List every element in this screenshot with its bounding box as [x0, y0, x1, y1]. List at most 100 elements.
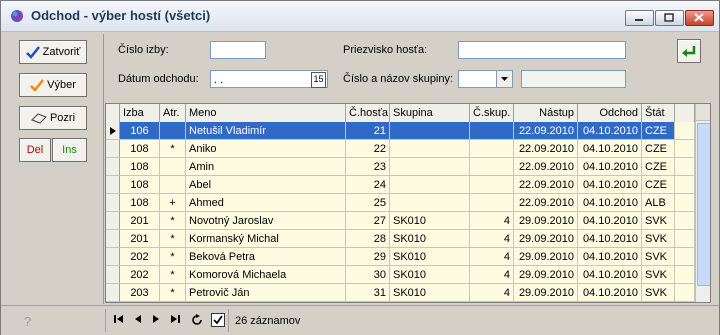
column-header-izba[interactable]: Izba [120, 104, 160, 122]
header-indicator [106, 104, 120, 122]
column-header-atr[interactable]: Atr. [160, 104, 186, 122]
cell-cislo-skupiny: 4 [470, 284, 514, 302]
next-record-icon[interactable] [151, 314, 161, 324]
cell-cislo-skupiny: 4 [470, 212, 514, 230]
close-icon [694, 13, 704, 22]
cell-atr [160, 122, 186, 140]
previous-record-icon[interactable] [133, 314, 143, 324]
cell-meno: Ahmed [186, 194, 346, 212]
cell-cislo-skupiny [470, 140, 514, 158]
filter-checkbox[interactable] [211, 313, 225, 327]
surname-input[interactable] [458, 41, 626, 59]
cell-meno: Abel [186, 176, 346, 194]
cell-cislo-hosta: 28 [346, 230, 390, 248]
cell-izba: 106 [120, 122, 160, 140]
cell-cislo-skupiny: 4 [470, 248, 514, 266]
column-header-cislo-hosta[interactable]: Č.hosťa [346, 104, 390, 122]
main-window: Odchod - výber hostí (všetci) Zatvoriť V… [0, 0, 720, 335]
insert-button[interactable]: Ins [52, 138, 87, 162]
cell-meno: Amin [186, 158, 346, 176]
vertical-scrollbar[interactable] [695, 104, 710, 302]
cell-cislo-skupiny [470, 194, 514, 212]
cell-cislo-hosta: 31 [346, 284, 390, 302]
group-label: Číslo a názov skupiny: [343, 73, 454, 85]
column-header-skupina[interactable]: Skupina [390, 104, 470, 122]
cell-extra [675, 212, 695, 230]
refresh-icon[interactable] [191, 314, 203, 326]
first-record-icon[interactable] [113, 314, 125, 324]
cell-izba: 203 [120, 284, 160, 302]
cell-cislo-skupiny: 4 [470, 230, 514, 248]
table-row[interactable]: 108 * Aniko 22 22.09.2010 04.10.2010 CZE [106, 140, 696, 158]
table-row[interactable]: 108 + Ahmed 25 22.09.2010 04.10.2010 ALB [106, 194, 696, 212]
delete-button[interactable]: Del [19, 138, 51, 162]
cell-cislo-hosta: 22 [346, 140, 390, 158]
cell-meno: Netušil Vladimír [186, 122, 346, 140]
table-row[interactable]: 108 Abel 24 22.09.2010 04.10.2010 CZE [106, 176, 696, 194]
cell-meno: Petrovič Ján [186, 284, 346, 302]
cell-skupina: SK010 [390, 266, 470, 284]
cell-odchod: 04.10.2010 [578, 266, 642, 284]
cell-meno: Kormanský Michal [186, 230, 346, 248]
cell-extra [675, 158, 695, 176]
cell-meno: Beková Petra [186, 248, 346, 266]
table-row[interactable]: 202 * Beková Petra 29 SK010 4 29.09.2010 04.10.… [106, 248, 696, 266]
cell-nastup: 29.09.2010 [514, 248, 578, 266]
cell-stat: SVK [642, 212, 675, 230]
cell-skupina: SK010 [390, 230, 470, 248]
app-icon [11, 10, 23, 22]
cell-nastup: 29.09.2010 [514, 212, 578, 230]
last-record-icon[interactable] [169, 314, 181, 324]
help-icon[interactable]: ? [23, 314, 35, 328]
maximize-icon [664, 13, 674, 22]
table-row[interactable]: 201 * Kormanský Michal 28 SK010 4 29.09.2010 04… [106, 230, 696, 248]
cell-extra [675, 248, 695, 266]
cell-meno: Novotný Jaroslav [186, 212, 346, 230]
insert-button-label: Ins [62, 144, 77, 156]
group-name-input [521, 70, 626, 88]
column-header-cislo-skupiny[interactable]: Č.skup. [470, 104, 514, 122]
table-row[interactable]: 203 * Petrovič Ján 31 SK010 4 29.09.2010 04.10.… [106, 284, 696, 302]
cell-cislo-skupiny: 4 [470, 266, 514, 284]
cell-meno: Komorová Michaela [186, 266, 346, 284]
table-row[interactable]: 108 Amin 23 22.09.2010 04.10.2010 CZE [106, 158, 696, 176]
cell-skupina: SK010 [390, 284, 470, 302]
row-indicator [106, 194, 120, 212]
select-button[interactable]: Výber [19, 73, 87, 97]
room-input[interactable] [210, 41, 266, 59]
column-header-meno[interactable]: Meno [186, 104, 346, 122]
cell-odchod: 04.10.2010 [578, 284, 642, 302]
row-indicator [106, 266, 120, 284]
maximize-button[interactable] [655, 10, 684, 26]
cell-extra [675, 122, 695, 140]
cell-odchod: 04.10.2010 [578, 122, 642, 140]
group-number-select[interactable] [458, 70, 513, 88]
column-header-odchod[interactable]: Odchod [578, 104, 642, 122]
minimize-button[interactable] [625, 10, 654, 26]
cell-izba: 201 [120, 212, 160, 230]
departure-date-input[interactable]: . . 15 [210, 70, 328, 88]
table-row[interactable]: 202 * Komorová Michaela 30 SK010 4 29.09.2010 0… [106, 266, 696, 284]
scroll-thumb[interactable] [697, 123, 710, 286]
calendar-icon[interactable]: 15 [311, 72, 326, 88]
column-header-stat[interactable]: Štát [642, 104, 675, 122]
column-header-nastup[interactable]: Nástup [514, 104, 578, 122]
close-window-button[interactable] [685, 10, 714, 26]
select-button-label: Výber [47, 79, 76, 91]
cell-odchod: 04.10.2010 [578, 140, 642, 158]
table-row[interactable]: 201 * Novotný Jaroslav 27 SK010 4 29.09.2010 04… [106, 212, 696, 230]
view-button[interactable]: Pozri [19, 106, 87, 130]
action-panel: Zatvoriť Výber Pozri Del Ins [4, 34, 104, 304]
close-button[interactable]: Zatvoriť [19, 40, 87, 64]
scroll-up-button[interactable] [696, 104, 710, 121]
cell-izba: 201 [120, 230, 160, 248]
cell-extra [675, 230, 695, 248]
refresh-button[interactable] [677, 39, 701, 63]
cell-skupina [390, 140, 470, 158]
dropdown-button[interactable] [496, 71, 512, 87]
cell-odchod: 04.10.2010 [578, 230, 642, 248]
cell-skupina [390, 176, 470, 194]
cell-izba: 108 [120, 158, 160, 176]
cell-cislo-skupiny [470, 158, 514, 176]
table-row[interactable]: 106 Netušil Vladimír 21 22.09.2010 04.10.201… [106, 122, 696, 140]
